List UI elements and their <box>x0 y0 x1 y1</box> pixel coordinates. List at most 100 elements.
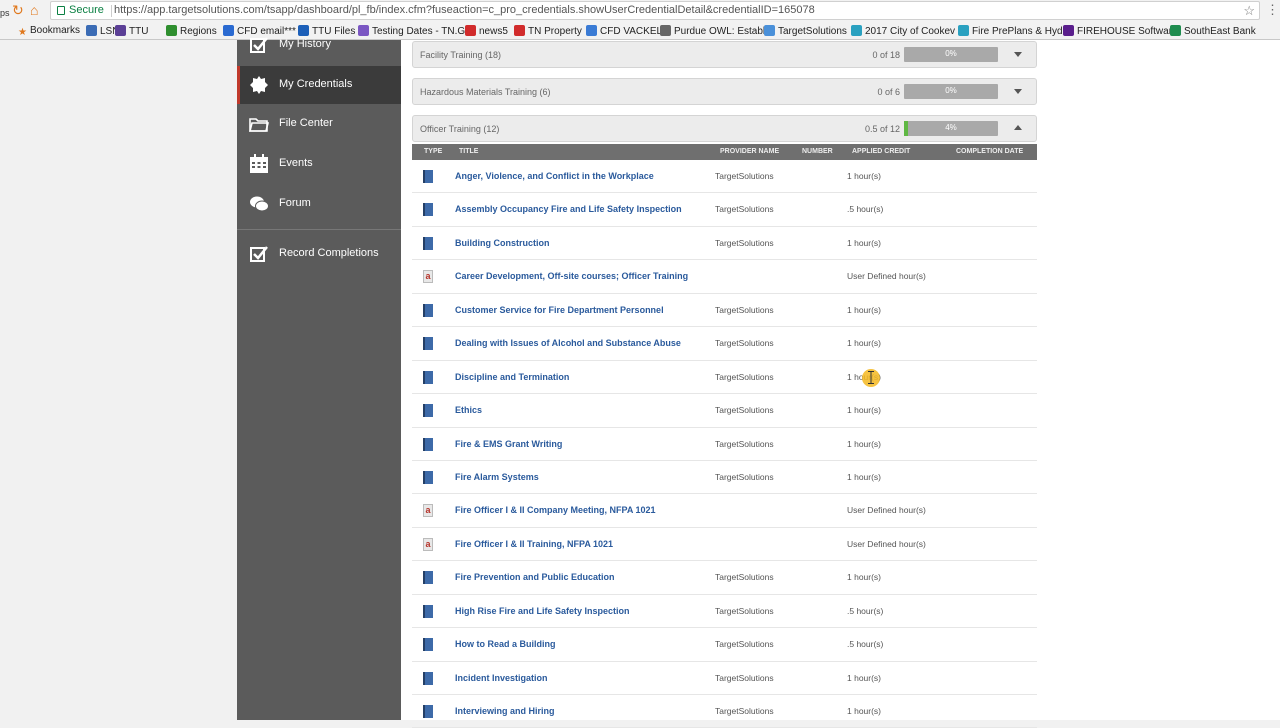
applied-credit: 1 hour(s) <box>847 237 882 248</box>
provider-name: TargetSolutions <box>715 405 774 416</box>
panel-title: Officer Training (12) <box>420 124 500 134</box>
course-title-link[interactable]: How to Read a Building <box>455 639 556 649</box>
address-bar[interactable]: Secure https://app.targetsolutions.com/t… <box>50 1 1260 20</box>
bookmark-star-icon[interactable]: ☆ <box>1243 2 1255 19</box>
bookmark-item[interactable]: news5 <box>465 25 508 38</box>
sidebar-item-label: My History <box>279 38 331 50</box>
provider-name: TargetSolutions <box>715 605 774 616</box>
bookmark-label: news5 <box>479 26 508 37</box>
panel-facility-training[interactable]: Facility Training (18) 0 of 18 0% <box>412 41 1037 68</box>
applied-credit: .5 hour(s) <box>847 204 884 215</box>
course-title-link[interactable]: Dealing with Issues of Alcohol and Subst… <box>455 338 681 348</box>
sidebar-item-my-credentials[interactable]: My Credentials <box>237 66 401 104</box>
bookmark-item[interactable]: Regions <box>166 25 217 38</box>
provider-name: TargetSolutions <box>715 371 774 382</box>
table-header: TYPE TITLE PROVIDER NAME NUMBER APPLIED … <box>412 144 1037 160</box>
progress-label: 0% <box>945 86 957 95</box>
sidebar-item-file-center[interactable]: File Center <box>237 105 401 143</box>
sidebar-item-forum[interactable]: Forum <box>237 185 401 223</box>
progress-bar: 0% <box>904 84 998 99</box>
progress-label: 0% <box>945 49 957 58</box>
header-title[interactable]: TITLE <box>459 148 478 155</box>
bookmark-item[interactable]: Fire PrePlans & Hyd <box>958 25 1063 38</box>
applied-credit: User Defined hour(s) <box>847 538 926 549</box>
header-type[interactable]: TYPE <box>424 148 442 155</box>
chat-icon <box>250 196 269 212</box>
table-row: Customer Service for Fire Department Per… <box>412 294 1037 328</box>
course-title-link[interactable]: High Rise Fire and Life Safety Inspectio… <box>455 606 630 616</box>
applied-credit: 1 hour(s) <box>847 471 882 482</box>
panel-hazardous-materials-training[interactable]: Hazardous Materials Training (6) 0 of 6 … <box>412 78 1037 105</box>
header-completion-date[interactable]: COMPLETION DATE <box>956 148 1023 155</box>
book-icon <box>423 437 433 451</box>
sidebar-item-label: File Center <box>279 117 333 129</box>
bookmark-item[interactable]: Purdue OWL: Establ <box>660 25 765 38</box>
book-icon <box>423 470 433 484</box>
applied-credit: 1 hour(s) <box>847 171 882 181</box>
table-row: Building Construction TargetSolutions 1 ho… <box>412 227 1037 261</box>
bookmark-item[interactable]: ★ Bookmarks <box>18 25 80 38</box>
home-icon[interactable]: ⌂ <box>30 2 38 18</box>
bookmark-item[interactable]: CFD VACKEL <box>586 25 662 38</box>
provider-name: TargetSolutions <box>715 438 774 449</box>
badge-icon <box>250 76 268 94</box>
provider-name: TargetSolutions <box>715 572 774 583</box>
provider-name: TargetSolutions <box>715 706 774 716</box>
course-title-link[interactable]: Interviewing and Hiring <box>455 706 555 716</box>
address-separator <box>111 5 112 17</box>
book-icon <box>423 404 433 418</box>
course-title-link[interactable]: Fire & EMS Grant Writing <box>455 439 562 449</box>
chevron-down-icon[interactable] <box>1014 52 1022 57</box>
course-title-link[interactable]: Fire Prevention and Public Education <box>455 572 615 582</box>
bookmark-label: Fire PrePlans & Hyd <box>972 26 1063 37</box>
sidebar-item-record-completions[interactable]: Record Completions <box>237 235 401 273</box>
course-title-link[interactable]: Career Development, Off-site courses; Of… <box>455 271 688 281</box>
bookmarks-bar: ★ Bookmarks LSN TTU Regions CFD email*** TTU F… <box>0 21 1280 40</box>
bookmark-label: Bookmarks <box>29 25 80 36</box>
bookmark-item[interactable]: SouthEast Bank <box>1170 25 1256 38</box>
course-title-link[interactable]: Customer Service for Fire Department Per… <box>455 305 664 315</box>
course-title-link[interactable]: Assembly Occupancy Fire and Life Safety … <box>455 204 682 214</box>
table-row: Incident Investigation TargetSolutions 1 h… <box>412 662 1037 695</box>
browser-chrome: ps ↻ ⌂ Secure https://app.targetsolution… <box>0 0 1280 40</box>
bookmark-label: Regions <box>180 26 217 37</box>
panel-count: 0 of 18 <box>872 50 900 60</box>
book-icon <box>423 170 433 183</box>
favicon-icon <box>465 25 476 36</box>
course-title-link[interactable]: Ethics <box>455 405 482 415</box>
course-title-link[interactable]: Fire Officer I & II Training, NFPA 1021 <box>455 539 613 549</box>
table-row: a Fire Officer I & II Training, NFPA 1021… <box>412 528 1037 562</box>
reload-icon[interactable]: ↻ <box>12 2 24 18</box>
sidebar-item-events[interactable]: Events <box>237 145 401 183</box>
header-provider[interactable]: PROVIDER NAME <box>720 148 779 155</box>
applied-credit: User Defined hour(s) <box>847 505 926 516</box>
chevron-down-icon[interactable] <box>1014 89 1022 94</box>
course-title-link[interactable]: Building Construction <box>455 238 550 248</box>
header-number[interactable]: NUMBER <box>802 148 833 155</box>
panel-officer-training[interactable]: Officer Training (12) 0.5 of 12 4% <box>412 115 1037 142</box>
bookmark-item[interactable]: TTU <box>115 25 148 38</box>
course-title-link[interactable]: Fire Officer I & II Company Meeting, NFP… <box>455 505 656 515</box>
course-title-link[interactable]: Discipline and Termination <box>455 372 569 382</box>
course-title-link[interactable]: Incident Investigation <box>455 673 548 683</box>
bookmark-item[interactable]: FIREHOUSE Software <box>1063 25 1178 38</box>
book-icon <box>423 203 433 217</box>
favicon-icon <box>958 25 969 36</box>
course-title-link[interactable]: Anger, Violence, and Conflict in the Wor… <box>455 171 654 181</box>
applied-credit: 1 hour(s) <box>847 706 882 716</box>
bookmark-item[interactable]: 2017 City of Cookev <box>851 25 955 38</box>
bookmark-item[interactable]: TN Property <box>514 25 582 38</box>
bookmark-item[interactable]: TargetSolutions <box>764 25 847 38</box>
sidebar-item-my-history[interactable]: My History <box>237 26 401 64</box>
browser-menu-icon[interactable]: ⋮ <box>1266 3 1279 17</box>
chevron-up-icon[interactable] <box>1014 125 1022 130</box>
course-table-body: Anger, Violence, and Conflict in the Wor… <box>412 160 1037 728</box>
folder-icon <box>249 118 269 132</box>
table-row: a Career Development, Off-site courses; O… <box>412 260 1037 294</box>
book-icon <box>423 604 433 618</box>
book-icon <box>423 337 433 351</box>
book-icon <box>423 370 433 384</box>
bookmark-label: TargetSolutions <box>778 26 847 37</box>
header-credit[interactable]: APPLIED CREDIT <box>852 148 910 155</box>
course-title-link[interactable]: Fire Alarm Systems <box>455 472 539 482</box>
